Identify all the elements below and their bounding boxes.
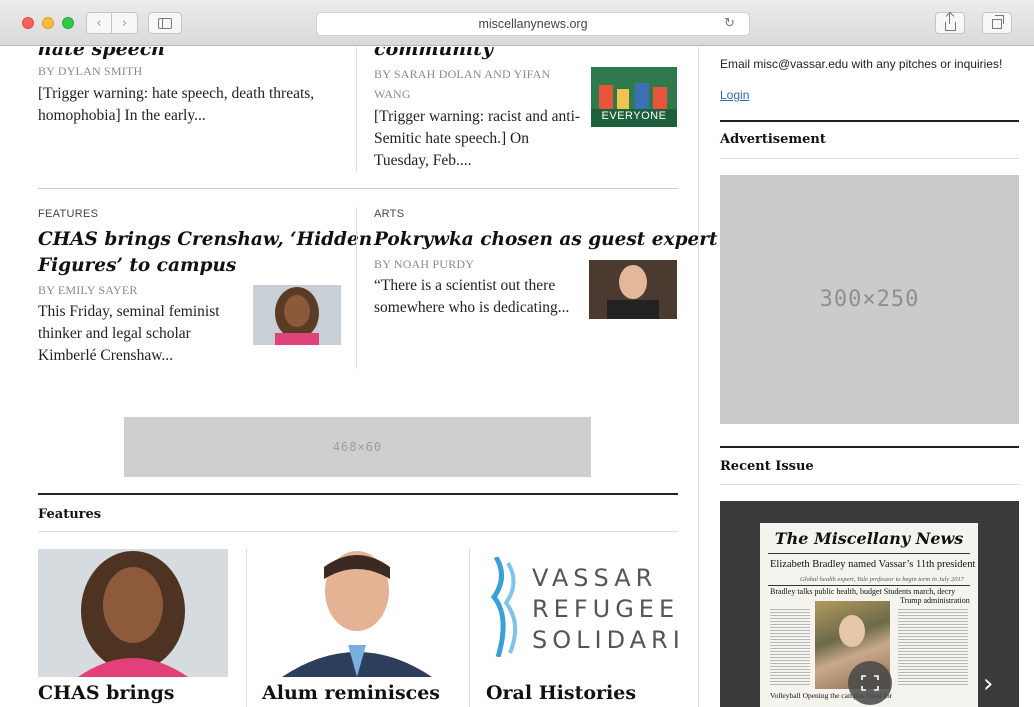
advertisement-heading: Advertisement <box>720 132 826 147</box>
logo-line: SOLIDARI <box>532 626 678 654</box>
next-page-arrow-icon[interactable]: › <box>983 669 993 699</box>
chevron-right-icon: › <box>121 15 128 31</box>
story-title[interactable]: community <box>374 47 684 60</box>
story-excerpt: [Trigger warning: hate speech, death thr… <box>38 85 315 124</box>
row-separator <box>38 188 678 189</box>
ad-size-label: 300×250 <box>819 287 920 312</box>
section-rule <box>720 120 1019 122</box>
sidebar-ad-300x250[interactable]: 300×250 <box>720 175 1019 424</box>
newspaper-masthead: The Miscellany News <box>774 529 964 548</box>
web-page: hate speech By DYLAN SMITH [Trigger warn… <box>0 47 1034 707</box>
title-line: Figures’ to campus <box>38 255 237 276</box>
story-title[interactable]: hate speech <box>38 47 348 60</box>
feature-card-title[interactable]: Alum reminisces <box>262 682 440 704</box>
title-line: CHAS brings Crenshaw, ‘Hidden <box>38 229 373 250</box>
tabs-icon <box>992 15 1004 29</box>
feature-card-title[interactable]: Oral Histories <box>486 682 636 704</box>
portrait-photo <box>38 549 228 677</box>
newspaper-headline: Elizabeth Bradley named Vassar’s 11th pr… <box>770 559 976 570</box>
contact-text: Email misc@vassar.edu with any pitches o… <box>720 57 1003 71</box>
portrait-photo <box>589 260 677 319</box>
forward-button[interactable]: › <box>112 12 138 34</box>
portrait-photo <box>253 285 341 345</box>
recent-issue-heading: Recent Issue <box>720 459 814 474</box>
column-divider <box>356 47 357 172</box>
ad-size-label: 468×60 <box>332 440 383 454</box>
close-window-button[interactable] <box>22 17 34 29</box>
story-hate-speech[interactable]: hate speech By DYLAN SMITH [Trigger warn… <box>38 47 348 127</box>
section-rule <box>720 446 1019 448</box>
newspaper-second-headline-b: Trump administration <box>900 596 970 605</box>
features-section-header: Features <box>38 493 678 522</box>
story-excerpt: This Friday, seminal feminist thinker an… <box>38 303 220 364</box>
logo-line: REFUGEE <box>532 595 678 623</box>
story-thumbnail-crenshaw[interactable] <box>253 285 341 345</box>
history-nav: ‹ › <box>86 12 138 34</box>
profile-silhouettes-icon <box>490 557 518 657</box>
features-heading[interactable]: Features <box>38 495 678 522</box>
url-text: miscellanynews.org <box>478 17 588 31</box>
story-category[interactable]: ARTS <box>374 208 684 220</box>
chevron-left-icon: ‹ <box>96 15 102 31</box>
story-excerpt: [Trigger warning: racist and anti-Semiti… <box>374 108 581 169</box>
feature-card-title[interactable]: CHAS brings <box>38 682 174 704</box>
story-thumbnail-everyone[interactable]: EVERYONE <box>591 67 677 127</box>
minimize-window-button[interactable] <box>42 17 54 29</box>
story-byline[interactable]: By DYLAN SMITH <box>38 64 348 79</box>
story-excerpt: “There is a scientist out there somewher… <box>374 277 570 316</box>
poster-caption: EVERYONE <box>601 110 667 122</box>
section-rule <box>720 158 1019 159</box>
story-category[interactable]: FEATURES <box>38 208 348 220</box>
back-button[interactable]: ‹ <box>86 12 112 34</box>
newspaper-second-headline: Bradley talks public health, budget Stud… <box>770 587 956 596</box>
newspaper-column-text <box>898 607 968 687</box>
newspaper-column-text <box>770 607 810 687</box>
browser-toolbar: ‹ › miscellanynews.org ↻ <box>0 0 1034 46</box>
address-bar[interactable]: miscellanynews.org ↻ <box>316 12 750 36</box>
column-divider <box>356 207 357 369</box>
feature-image-crenshaw[interactable] <box>38 549 228 677</box>
show-tabs-button[interactable] <box>982 12 1012 34</box>
banner-ad-468x60[interactable]: 468×60 <box>124 417 591 477</box>
fullscreen-button[interactable] <box>848 661 892 705</box>
recent-issue-viewer[interactable]: The Miscellany News Elizabeth Bradley na… <box>720 501 1019 707</box>
logo-line: VASSAR <box>532 564 658 592</box>
column-divider <box>246 549 247 707</box>
show-sidebar-button[interactable] <box>148 12 182 34</box>
sidebar-divider <box>698 47 699 707</box>
portrait-photo <box>262 549 452 677</box>
sidebar-icon <box>158 17 172 29</box>
login-link[interactable]: Login <box>720 88 749 102</box>
feature-image-alum[interactable] <box>262 549 452 677</box>
share-button[interactable] <box>935 12 965 34</box>
story-title[interactable]: CHAS brings Crenshaw, ‘Hidden Figures’ t… <box>38 227 373 279</box>
share-icon <box>944 12 956 31</box>
story-thumbnail-pokrywka[interactable] <box>589 260 677 319</box>
sidebar: Email misc@vassar.edu with any pitches o… <box>720 47 1019 707</box>
newspaper-subhead: Global health expert, Yale professor to … <box>800 576 964 583</box>
newspaper-rule <box>768 585 970 586</box>
section-rule <box>38 531 678 532</box>
expand-icon <box>861 675 879 691</box>
window-controls <box>22 17 74 29</box>
logo-wordmark: VASSAR REFUGEE SOLIDARI <box>532 563 678 656</box>
section-rule <box>720 484 1019 485</box>
story-title[interactable]: Pokrywka chosen as guest expert <box>374 227 718 253</box>
zoom-window-button[interactable] <box>62 17 74 29</box>
reload-icon[interactable]: ↻ <box>724 16 735 31</box>
column-divider <box>469 549 470 707</box>
feature-image-refugee-logo[interactable]: VASSAR REFUGEE SOLIDARI <box>486 555 678 673</box>
newspaper-rule <box>768 553 970 554</box>
